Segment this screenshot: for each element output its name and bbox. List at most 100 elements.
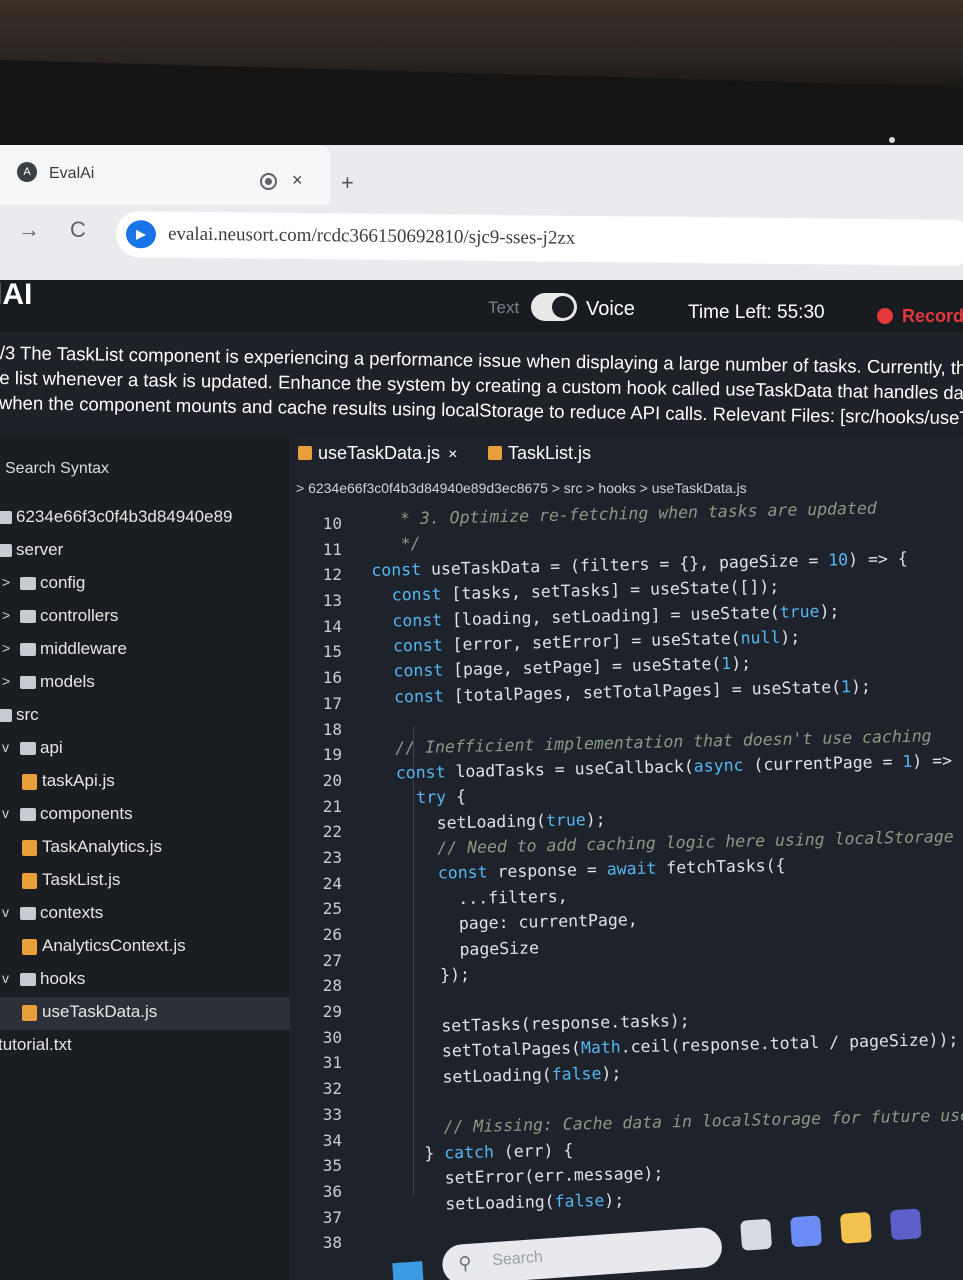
tree-item[interactable]: > config [0,568,290,601]
tab-tasklist[interactable]: TaskList.js [488,443,591,464]
tree-item[interactable]: v api [0,733,290,766]
js-file-icon [22,840,37,856]
code-content[interactable]: * 3. Optimize re-fetching when tasks are… [370,496,963,1221]
chevron-down-icon[interactable]: v [2,805,9,821]
chevron-down-icon[interactable]: v [2,739,9,755]
tree-item[interactable]: v hooks [0,964,290,997]
tree-item[interactable]: 6234e66f3c0f4b3d84940e89 [0,502,290,535]
tree-item-label: hooks [40,969,86,988]
tree-item[interactable]: v contexts [0,898,290,931]
line-number: 12 [322,565,342,585]
folder-icon [20,676,36,689]
tree-item[interactable]: > models [0,667,290,700]
tree-item[interactable]: tutorial.txt [0,1030,290,1063]
search-icon: ⚲ [457,1252,473,1274]
line-number-gutter: 10 11 12 13 14 15 16 17 18 19 20 21 22 23 24 25 26 27 28 29… [290,514,360,1259]
chevron-down-icon[interactable]: v [2,970,9,986]
mode-voice-label: Voice [586,298,635,320]
brand-logo: lAI [0,278,33,311]
tree-item-label: AnalyticsContext.js [42,936,186,955]
tab-close-icon[interactable]: × [292,170,303,191]
chevron-right-icon[interactable]: > [2,640,10,656]
line-number: 28 [322,976,342,996]
editor-tabs: useTaskData.js × TaskList.js [290,436,963,476]
tree-item-label: TaskAnalytics.js [42,837,162,856]
tree-item[interactable]: AnalyticsContext.js [0,931,290,964]
chevron-right-icon[interactable]: > [2,673,10,689]
line-number: 22 [322,822,342,842]
tree-item[interactable]: > controllers [0,601,290,634]
tree-item[interactable]: v components [0,799,290,832]
tree-item-label: components [40,804,133,823]
tab-usetaskdata[interactable]: useTaskData.js × [298,443,457,464]
line-number: 26 [322,925,342,944]
forward-icon[interactable]: → [18,217,40,243]
teams-icon[interactable] [889,1208,922,1241]
tree-item-label: tutorial.txt [0,1035,72,1054]
line-number: 10 [322,514,342,533]
line-number: 21 [322,796,342,816]
line-number: 29 [322,1002,342,1022]
line-number: 27 [322,950,342,970]
browser-chrome: A EvalAi × + → C ▶ evalai.neusort.com/rc… [0,145,963,280]
js-file-icon [22,873,37,889]
recording-label: Recordi [902,306,963,326]
tree-item[interactable]: taskApi.js [0,766,290,799]
browser-tab[interactable]: A EvalAi × [0,145,330,205]
folder-icon [20,808,36,821]
file-explorer-icon[interactable] [839,1211,872,1244]
address-bar[interactable]: ▶ evalai.neusort.com/rcdc366150692810/sj… [115,211,963,267]
line-number: 20 [322,770,342,790]
line-number: 36 [322,1181,342,1201]
js-file-icon [298,446,312,460]
line-number: 18 [322,719,342,739]
tree-item[interactable]: useTaskData.js [0,997,290,1030]
task-view-icon[interactable] [740,1218,773,1251]
js-file-icon [22,774,37,790]
record-dot-icon [877,308,893,324]
line-number: 31 [322,1053,342,1073]
task-description: /3 The TaskList component is experiencin… [0,340,963,430]
time-left: Time Left: 55:30 [688,302,825,323]
tree-item-label: useTaskData.js [42,1002,158,1021]
tree-item[interactable]: server [0,535,290,568]
tree-item-label: api [40,738,63,757]
tree-item[interactable]: TaskAnalytics.js [0,832,290,865]
tree-item-label: 6234e66f3c0f4b3d84940e89 [16,507,233,526]
line-number: 30 [322,1027,342,1047]
line-number: 32 [322,1079,342,1099]
tab-title: EvalAi [49,165,95,182]
js-file-icon [22,1005,37,1021]
copilot-icon[interactable] [789,1215,822,1248]
folder-icon [20,907,36,920]
line-number: 17 [322,693,342,713]
line-number: 35 [322,1156,342,1176]
folder-icon [0,544,12,557]
url-text[interactable]: evalai.neusort.com/rcdc366150692810/sjc9… [168,224,576,250]
chevron-right-icon[interactable]: > [2,607,10,623]
tree-item-label: contexts [40,903,104,922]
line-number: 13 [322,591,342,611]
folder-icon [0,511,12,524]
line-number: 15 [322,642,342,662]
line-number: 23 [322,847,342,867]
new-tab-button[interactable]: + [341,170,354,196]
site-info-icon[interactable]: ▶ [125,220,157,249]
folder-icon [20,973,36,986]
chevron-down-icon[interactable]: v [2,904,9,920]
line-number: 11 [322,539,342,559]
tree-item[interactable]: TaskList.js [0,865,290,898]
search-syntax-button[interactable]: Search Syntax [5,460,109,478]
line-number: 14 [322,616,342,636]
tree-item[interactable]: src [0,700,290,733]
line-number: 34 [322,1130,342,1150]
mode-toggle[interactable] [531,293,577,321]
close-icon[interactable]: × [448,446,457,463]
tree-item-label: models [40,672,95,691]
reload-icon[interactable]: C [70,217,86,243]
tab-label: useTaskData.js [318,443,441,463]
tab-label: TaskList.js [508,443,592,463]
windows-start-icon[interactable] [392,1261,424,1280]
tree-item[interactable]: > middleware [0,634,290,667]
chevron-right-icon[interactable]: > [2,574,10,590]
